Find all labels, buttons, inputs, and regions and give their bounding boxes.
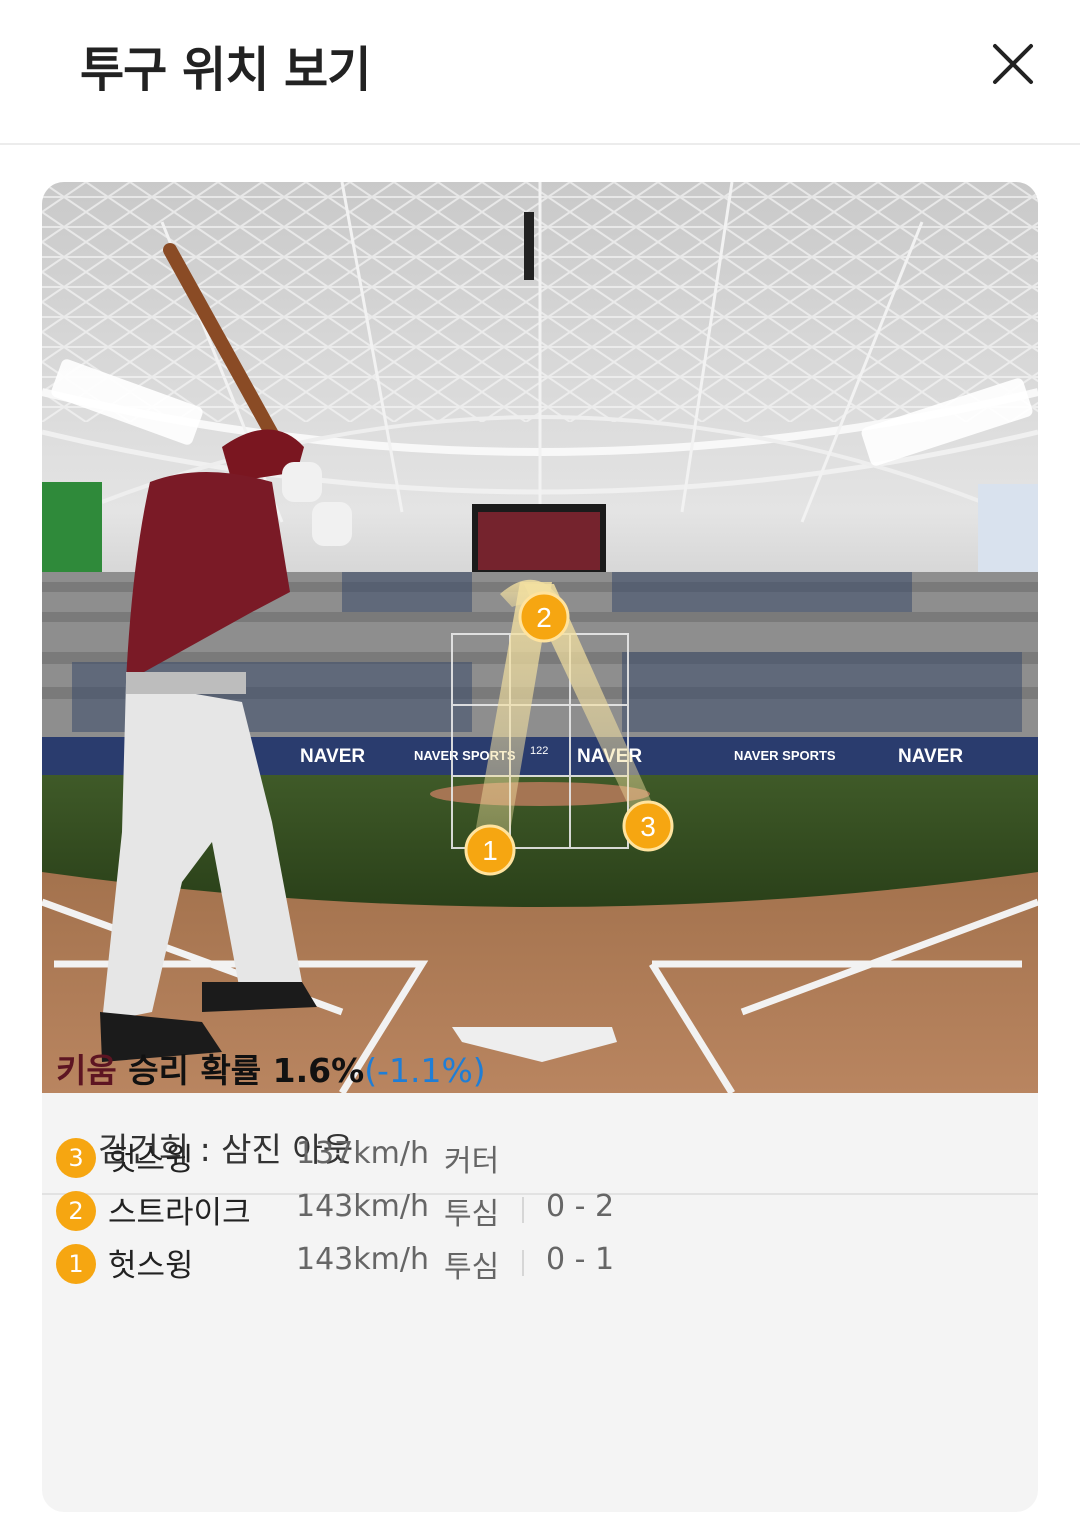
close-button[interactable] [985, 36, 1041, 92]
pitch-type: 투심 [444, 1250, 500, 1285]
pitch-result: 스트라이크 [108, 1195, 251, 1231]
wall-banner: NAVER SPORTS [734, 748, 836, 763]
pitch-type: 커터 [444, 1144, 500, 1179]
divider [522, 1197, 524, 1223]
pitch-count: 0 - 1 [546, 1242, 615, 1277]
pitch-type: 투심 [444, 1197, 500, 1232]
pitch-marker[interactable]: 3 [622, 800, 674, 852]
win-probability-label: 승리 확률 1.6% [128, 1051, 365, 1090]
pitch-speed: 137km/h [296, 1136, 429, 1171]
page-title: 투구 위치 보기 [80, 42, 371, 98]
pitch-list: 3 헛스윙 137km/h 커터 2 스트라이크 143km/h 투심 0 - … [56, 1130, 956, 1289]
pitch-count: 0 - 2 [546, 1189, 615, 1224]
pitch-result: 헛스윙 [108, 1248, 194, 1284]
pitch-number-badge: 1 [56, 1244, 96, 1284]
win-probability-delta: (-1.1%) [364, 1051, 486, 1090]
win-probability: 키움 승리 확률 1.6%(-1.1%) [56, 1044, 486, 1092]
divider [522, 1250, 524, 1276]
pitch-speed: 143km/h [296, 1189, 429, 1224]
list-item: 1 헛스윙 143km/h 투심 0 - 1 [56, 1236, 956, 1289]
pitch-marker[interactable]: 2 [518, 591, 570, 643]
pitch-result: 헛스윙 [108, 1142, 194, 1178]
svg-text:3: 3 [640, 811, 656, 842]
close-icon [993, 44, 1033, 84]
pitch-number-badge: 2 [56, 1191, 96, 1231]
list-item: 3 헛스윙 137km/h 커터 [56, 1130, 956, 1183]
pitch-number-badge: 3 [56, 1138, 96, 1178]
modal-header: 투구 위치 보기 [0, 0, 1080, 145]
pitch-card: NAVER NAVER SPORTS 122 NAVER NAVER SPORT… [42, 182, 1038, 1512]
pitch-marker[interactable]: 1 [464, 824, 516, 876]
svg-text:1: 1 [482, 835, 498, 866]
team-name: 키움 [56, 1051, 117, 1090]
wall-banner: NAVER [898, 746, 963, 767]
svg-text:2: 2 [536, 602, 552, 633]
pitch-location-scene: NAVER NAVER SPORTS 122 NAVER NAVER SPORT… [42, 182, 1038, 1093]
wall-banner: NAVER [300, 746, 365, 767]
list-item: 2 스트라이크 143km/h 투심 0 - 2 [56, 1183, 956, 1236]
wall-banner: 122 [530, 745, 548, 757]
pitch-speed: 143km/h [296, 1242, 429, 1277]
